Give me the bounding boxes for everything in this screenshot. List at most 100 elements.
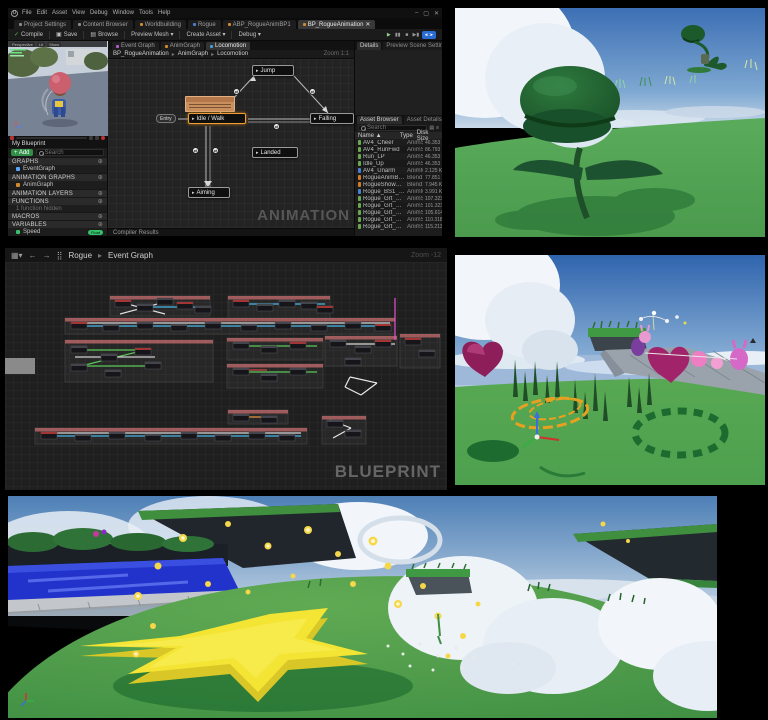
list-item-speed[interactable]: SpeedFloat	[8, 228, 107, 236]
create-asset-button[interactable]: Create Asset ▾	[186, 31, 225, 38]
breadcrumb-root[interactable]: BP_RogueAnimation	[113, 51, 169, 57]
asset-row[interactable]: RogueShowDownBlendS…7.945 KB	[355, 181, 442, 188]
section-header-graphs[interactable]: GRAPHS⊕	[8, 157, 107, 165]
add-icon[interactable]: ⊕	[98, 174, 103, 181]
transition-rule-icon[interactable]: ⇄	[273, 123, 280, 130]
browsebutton[interactable]: ▤Browse	[90, 31, 118, 38]
breadcrumb-leaf[interactable]: Locomotion	[217, 51, 248, 57]
doc-tab[interactable]: ABP_RogueAnimBP1	[223, 20, 296, 29]
viewport-option-lit[interactable]: Lit	[37, 42, 45, 47]
bp-breadcrumb-leaf[interactable]: Event Graph	[108, 251, 153, 260]
graph-tab-animgraph[interactable]: AnimGraph	[161, 42, 204, 50]
section-header-functions[interactable]: FUNCTIONS⊕	[8, 197, 107, 205]
state-node-landed[interactable]: ▸Landed	[252, 147, 298, 158]
close-icon[interactable]: ✕	[365, 21, 370, 28]
asset-row[interactable]: AV4_UnarmAnimMo…2.125 KB	[355, 167, 442, 174]
asset-row[interactable]: Rogue_Grt_Anim_Fig_RAnimSe…105.614 KB	[355, 209, 442, 216]
menu-item-asset[interactable]: Asset	[52, 10, 67, 16]
menu-item-window[interactable]: Window	[113, 10, 134, 16]
menu-item-tools[interactable]: Tools	[139, 10, 153, 16]
asset-row[interactable]: Rogue_Grt_Anim_Fig_RAnimSe…107.323 KB	[355, 195, 442, 202]
doc-tab[interactable]: BP_RogueAnimation✕	[298, 20, 376, 29]
asset-row[interactable]: Rogue_Grt_Anim_Fig_RAnimSe…115.213 KB	[355, 223, 442, 230]
compiler-results-tab[interactable]: Compiler Results	[108, 228, 354, 236]
state-node-falling[interactable]: ▸Falling	[310, 113, 354, 124]
forward-arrow-icon[interactable]: →	[43, 251, 51, 260]
asset-row[interactable]: AV4_RunFwdAnimSe…86.793 KB	[355, 146, 442, 153]
state-node-jump[interactable]: ▸Jump	[252, 65, 294, 76]
back-arrow-icon[interactable]: ←	[29, 251, 37, 260]
breadcrumb-mid[interactable]: AnimGraph	[178, 51, 208, 57]
close-icon[interactable]: ✕	[434, 10, 439, 17]
asset-row[interactable]: AV4_CheerAnimSe…46.353 KB	[355, 139, 442, 146]
pause-icon[interactable]: ▮▮	[395, 32, 401, 38]
list-item-animgraph[interactable]: AnimGraph	[8, 181, 107, 189]
my-blueprint-search-input[interactable]: Search	[36, 149, 104, 156]
debug-button[interactable]: Debug ▾	[238, 31, 260, 38]
transition-rule-icon[interactable]: ⇄	[309, 88, 316, 95]
state-node-idle-walk[interactable]: ▸Idle / Walk	[188, 113, 246, 124]
section-header-macros[interactable]: MACROS⊕	[8, 212, 107, 220]
asset-row[interactable]: Run_LPAnimSe…46.353 KB	[355, 153, 442, 160]
maximize-icon[interactable]: ▢	[423, 10, 429, 17]
preview-mesh-button[interactable]: Preview Mesh ▾	[131, 31, 173, 38]
stop-icon[interactable]: ■	[404, 32, 410, 38]
possess-toggle-button[interactable]: ◂∷▸	[422, 31, 436, 39]
details-tab-preview-scene-settings[interactable]: Preview Scene Settings	[383, 42, 442, 50]
menu-item-help[interactable]: Help	[158, 10, 170, 16]
add-icon[interactable]: ⊕	[98, 198, 103, 205]
section-header-animation-layers[interactable]: ANIMATION LAYERS⊕	[8, 189, 107, 197]
asset-tab-asset-details[interactable]: Asset Details	[404, 116, 442, 124]
transition-rule-icon[interactable]: ⇄	[233, 88, 240, 95]
details-tab-details[interactable]: Details	[357, 42, 381, 50]
asset-row[interactable]: Idle_UpAnimSe…46.353 KB	[355, 160, 442, 167]
state-node-aiming[interactable]: ▸Aiming	[188, 187, 230, 198]
state-machine-graph[interactable]: Entry ANIMATION ▸Jump▸Idle / Walk▸Fallin…	[108, 59, 354, 228]
play-icon[interactable]: ▶	[386, 32, 392, 38]
column-header-0[interactable]: Name ▲	[358, 133, 400, 139]
entry-node[interactable]: Entry	[156, 114, 176, 123]
doc-tab[interactable]: Worldbuilding	[135, 20, 186, 29]
my-blueprint-tab[interactable]: My Blueprint	[8, 140, 107, 148]
add-icon[interactable]: ⊕	[98, 221, 103, 228]
doc-tab[interactable]: Rogue	[188, 20, 221, 29]
asset-row[interactable]: RogueAnimBlendBlendS…77.851 KB	[355, 174, 442, 181]
viewport-option-perspective[interactable]: Perspective	[10, 42, 35, 47]
preview-viewport[interactable]: PerspectiveLitShow	[8, 41, 107, 136]
event-graph-canvas[interactable]: BLUEPRINT	[5, 262, 447, 490]
savebutton[interactable]: ▣Save	[56, 31, 77, 38]
compilebutton[interactable]: ✓Compile	[14, 31, 43, 38]
list-item-eventgraph[interactable]: EventGraph	[8, 165, 107, 173]
asset-row[interactable]: Rogue_Grt_Anim_Fig_RAnimSe…110.318 KB	[355, 216, 442, 223]
transition-rule-icon[interactable]: ⇄	[192, 147, 199, 154]
timeline-scrubber[interactable]	[16, 137, 87, 139]
transition-rule-icon[interactable]: ⇄	[212, 147, 219, 154]
menu-item-view[interactable]: View	[72, 10, 85, 16]
minimize-icon[interactable]: –	[415, 10, 418, 17]
menu-item-edit[interactable]: Edit	[37, 10, 47, 16]
comment-node[interactable]	[185, 96, 235, 112]
asset-tab-asset-browser[interactable]: Asset Browser	[357, 116, 402, 124]
asset-row[interactable]: Rogue_Grt_Anim_Fig_RAnimSe…101.323 KB	[355, 202, 442, 209]
asset-list-header[interactable]: Name ▲TypeDisk Size	[355, 132, 442, 139]
dock-icon[interactable]: ⣿	[57, 251, 63, 260]
add-icon[interactable]: ⊕	[98, 190, 103, 197]
section-header-animation-graphs[interactable]: ANIMATION GRAPHS⊕	[8, 173, 107, 181]
doc-tab[interactable]: Content Browser	[73, 20, 133, 29]
menu-item-file[interactable]: File	[22, 10, 32, 16]
offscreen-node[interactable]	[5, 358, 35, 374]
window-menu-icon[interactable]: ▦▾	[11, 251, 23, 260]
add-icon[interactable]: ⊕	[98, 213, 103, 220]
viewport-option-show[interactable]: Show	[47, 42, 61, 47]
bp-breadcrumb-root[interactable]: Rogue	[68, 251, 92, 260]
graph-tab-event-graph[interactable]: Event Graph	[112, 42, 159, 50]
graph-tab-locomotion[interactable]: Locomotion	[206, 42, 250, 50]
section-header-variables[interactable]: VARIABLES⊕	[8, 220, 107, 228]
doc-tab[interactable]: Project Settings	[14, 20, 71, 29]
add-icon[interactable]: ⊕	[98, 158, 103, 165]
asset-row[interactable]: Rogue_BS1_AnimStartAnimMo…3.991 KB	[355, 188, 442, 195]
menu-item-debug[interactable]: Debug	[90, 10, 108, 16]
skip-icon[interactable]: ▶▮	[413, 32, 419, 38]
add-button[interactable]: + Add	[11, 149, 33, 156]
column-header-1[interactable]: Type	[400, 133, 417, 139]
